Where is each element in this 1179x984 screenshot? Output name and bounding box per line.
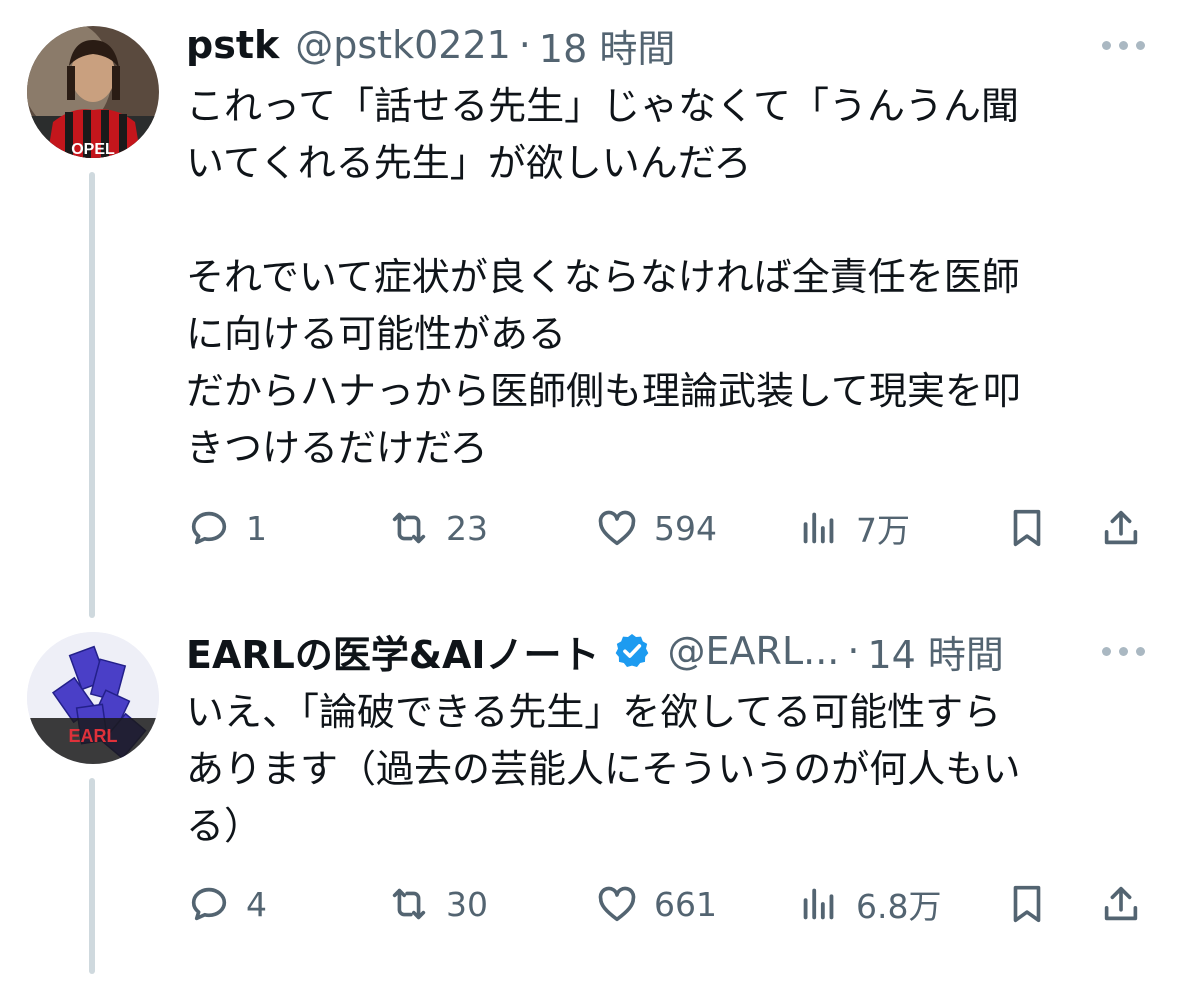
retweet-count: 23 xyxy=(446,508,488,548)
views-chart-icon xyxy=(803,512,834,544)
share-icon xyxy=(1104,510,1138,545)
display-name[interactable]: EARLの医学&AIノート xyxy=(186,624,600,679)
separator-dot: · xyxy=(518,23,531,67)
bookmark-icon xyxy=(1013,509,1041,547)
bookmark-icon xyxy=(1013,885,1041,923)
action-bar: 4 30 661 6.8万 xyxy=(186,876,1146,932)
views-count: 7万 xyxy=(856,511,910,550)
tweet-text: これって「話せる先生」じゃなくて「うんうん聞 いてくれる先生」が欲しいんだろ そ… xyxy=(186,84,1021,470)
views-count: 6.8万 xyxy=(856,887,942,926)
action-bar: 1 23 594 7万 xyxy=(186,500,1146,556)
thread-line xyxy=(89,172,95,618)
reply-button[interactable]: 1 xyxy=(186,500,267,556)
avatar[interactable]: OPEL xyxy=(27,26,159,158)
username[interactable]: @pstk0221 xyxy=(295,23,511,67)
retweet-count: 30 xyxy=(446,884,488,924)
like-count: 594 xyxy=(654,508,717,548)
like-count: 661 xyxy=(654,884,717,924)
retweet-button[interactable]: 30 xyxy=(386,876,488,932)
retweet-icon xyxy=(392,512,426,544)
timestamp[interactable]: 14 時間 xyxy=(867,624,1003,679)
reply-count: 1 xyxy=(246,508,267,548)
thread-line xyxy=(89,778,95,974)
heart-icon xyxy=(598,886,636,922)
avatar-shirt-text: OPEL xyxy=(71,141,115,158)
avatar-logo-text: EARL xyxy=(69,726,118,746)
reply-button[interactable]: 4 xyxy=(186,876,267,932)
reply-icon xyxy=(191,887,227,921)
reply-icon xyxy=(191,511,227,545)
username[interactable]: @EARL... xyxy=(668,629,840,673)
display-name[interactable]: pstk xyxy=(186,23,279,67)
more-dots-icon[interactable] xyxy=(1102,35,1145,55)
like-button[interactable]: 661 xyxy=(594,876,717,932)
reply-count: 4 xyxy=(246,884,267,924)
tweet-text: いえ、「論破できる先生」を欲してる可能性すら あります（過去の芸能人にそういうの… xyxy=(186,690,1021,848)
avatar[interactable]: EARL xyxy=(27,632,159,764)
bookmark-button[interactable] xyxy=(1004,876,1050,932)
share-icon xyxy=(1104,886,1138,921)
tweet-header: pstk @pstk0221 · 18 時間 xyxy=(186,18,675,73)
retweet-icon xyxy=(392,888,426,920)
bookmark-button[interactable] xyxy=(1004,500,1050,556)
share-button[interactable] xyxy=(1098,500,1144,556)
heart-icon xyxy=(598,510,636,546)
separator-dot: · xyxy=(847,629,860,673)
tweet-header: EARLの医学&AIノート @EARL... · 14 時間 xyxy=(186,624,1004,679)
timestamp[interactable]: 18 時間 xyxy=(539,18,675,73)
retweet-button[interactable]: 23 xyxy=(386,500,488,556)
verified-badge-icon xyxy=(612,631,652,671)
views-button[interactable]: 7万 xyxy=(796,500,910,556)
views-button[interactable]: 6.8万 xyxy=(796,876,941,932)
like-button[interactable]: 594 xyxy=(594,500,717,556)
more-dots-icon[interactable] xyxy=(1102,641,1145,661)
share-button[interactable] xyxy=(1098,876,1144,932)
views-chart-icon xyxy=(803,888,834,920)
